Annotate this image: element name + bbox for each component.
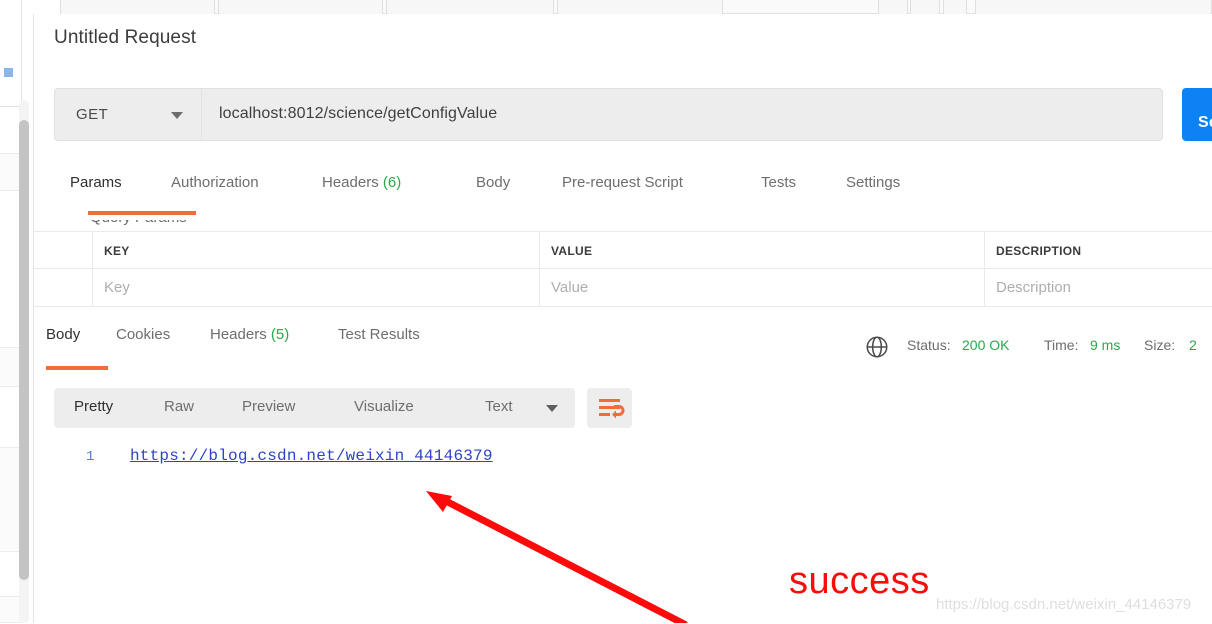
table-header-value: VALUE [540,232,985,268]
view-mode-label: Preview [242,398,295,415]
tab-label: Body [46,326,80,343]
response-tab-test-results[interactable]: Test Results [338,326,420,343]
tab-label: Cookies [116,326,170,343]
tab-label: Authorization [171,174,259,191]
tab-label: Settings [846,174,900,191]
url-input[interactable]: localhost:8012/science/getConfigValue [201,88,1163,141]
globe-icon [864,334,890,365]
http-method-select[interactable]: GET [54,88,201,141]
query-params-table: KEY VALUE DESCRIPTION Key Value Descript… [34,231,1212,307]
tab-label: Test Results [338,326,420,343]
background-grid-cell [218,0,383,14]
background-left-panel [0,0,22,107]
tab-count: (6) [383,174,401,191]
view-mode-label: Visualize [354,398,414,415]
page-title: Untitled Request [54,27,196,49]
body-view-mode-group: Pretty Raw Preview Visualize [54,388,474,428]
background-grid-cell [943,0,967,14]
chevron-down-icon [171,112,183,119]
http-method-label: GET [76,106,108,123]
wrap-lines-icon [587,388,632,428]
background-grid-cell [60,0,215,14]
time-value: 9 ms [1090,337,1120,353]
column-header-label: VALUE [551,244,592,258]
row-value-placeholder: Value [551,279,588,296]
tab-label: Pre-request Script [562,174,683,191]
body-format-select[interactable]: Text [470,388,575,428]
background-grid-cell [910,0,940,14]
status-label: Status: [907,337,951,353]
row-key-placeholder: Key [104,279,130,296]
table-header-description: DESCRIPTION [985,232,1212,268]
table-header-row: KEY VALUE DESCRIPTION [34,231,1212,269]
body-format-label: Text [485,398,513,415]
tab-label: Headers [322,174,379,191]
view-mode-visualize[interactable]: Visualize [354,398,414,415]
tab-count: (5) [271,326,289,343]
tab-authorization[interactable]: Authorization [171,174,259,191]
tab-headers[interactable]: Headers (6) [322,174,401,191]
tab-label: Headers [210,326,267,343]
column-header-label: KEY [104,244,130,258]
request-tabs: Params Authorization Headers (6) Body Pr… [52,174,1052,218]
tab-pre-request-script[interactable]: Pre-request Script [562,174,683,191]
background-grid-cell [557,0,723,14]
view-mode-preview[interactable]: Preview [242,398,295,415]
tab-label: Body [476,174,510,191]
url-text: localhost:8012/science/getConfigValue [219,105,497,123]
response-tab-headers[interactable]: Headers (5) [210,326,289,343]
time-label: Time: [1044,337,1078,353]
view-mode-raw[interactable]: Raw [164,398,194,415]
response-body-link[interactable]: https://blog.csdn.net/weixin_44146379 [130,447,493,465]
table-select-all-cell[interactable] [34,232,93,268]
table-header-key: KEY [93,232,540,268]
row-checkbox-cell[interactable] [34,269,93,306]
table-row: Key Value Description [34,269,1212,307]
send-button[interactable]: Send [1182,88,1212,141]
response-body-viewer[interactable]: 1 https://blog.csdn.net/weixin_44146379 [34,444,1212,624]
response-tab-cookies[interactable]: Cookies [116,326,170,343]
tab-tests[interactable]: Tests [761,174,796,191]
view-mode-label: Pretty [74,398,113,415]
vertical-scrollbar-thumb[interactable] [19,120,29,580]
background-grid-cell [878,0,908,14]
tab-settings[interactable]: Settings [846,174,900,191]
chevron-down-icon [546,405,558,412]
response-tabs: Body Cookies Headers (5) Test Results St… [34,326,1212,372]
tab-label: Params [70,174,122,191]
request-panel: Untitled Request GET localhost:8012/scie… [33,14,1212,623]
tab-body[interactable]: Body [476,174,510,191]
background-grid-cell [975,0,1212,14]
status-value: 200 OK [962,337,1009,353]
size-label: Size: [1144,337,1175,353]
response-tab-body[interactable]: Body [46,326,80,343]
row-value-input[interactable]: Value [540,269,985,306]
row-key-input[interactable]: Key [93,269,540,306]
view-mode-label: Raw [164,398,194,415]
size-value: 2 [1189,337,1197,353]
row-description-input[interactable]: Description [985,269,1212,306]
background-marker [4,68,13,77]
line-number: 1 [86,449,94,465]
wrap-lines-button[interactable] [587,388,632,428]
tab-label: Tests [761,174,796,191]
view-mode-pretty[interactable]: Pretty [74,398,113,415]
active-tab-indicator [88,211,196,215]
row-description-placeholder: Description [996,279,1071,296]
body-viewer-toolbar: Pretty Raw Preview Visualize Text [34,378,1212,438]
tab-params[interactable]: Params [70,174,122,191]
column-header-label: DESCRIPTION [996,244,1081,258]
active-response-tab-indicator [46,366,108,370]
background-grid-cell [386,0,554,14]
